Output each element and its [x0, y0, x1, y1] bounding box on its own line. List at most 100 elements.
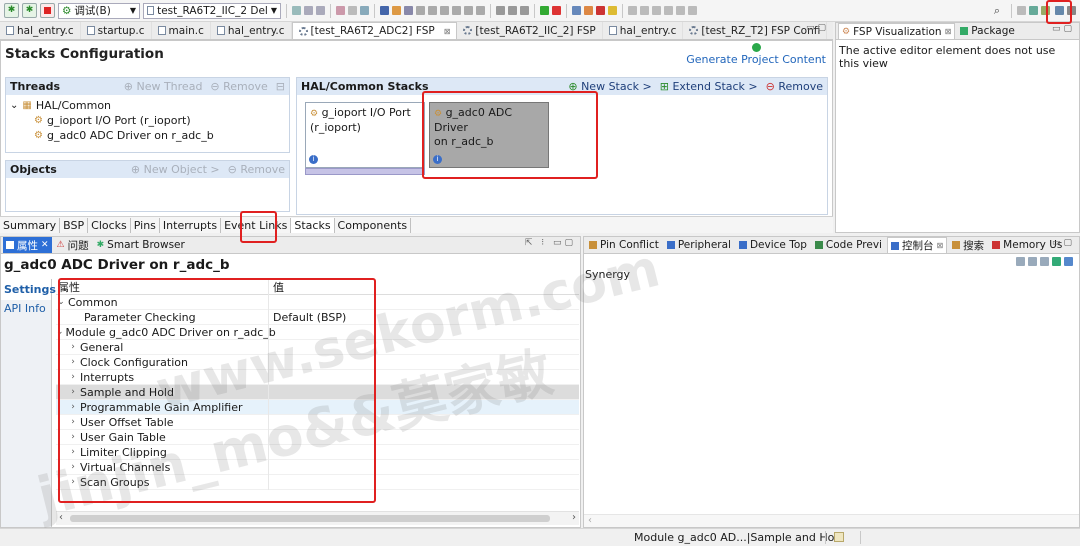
- settings-icon[interactable]: [508, 6, 517, 15]
- view-min-max-icons[interactable]: ▭▢: [1052, 24, 1075, 34]
- property-row[interactable]: › Clock Configuration: [56, 354, 579, 370]
- property-row[interactable]: › Virtual Channels: [56, 459, 579, 475]
- prev-annotation-icon[interactable]: [640, 6, 649, 15]
- remove-stack-button[interactable]: ⊖ Remove: [766, 80, 823, 93]
- debug-perspective-icon[interactable]: [1041, 6, 1050, 15]
- property-row[interactable]: › Interrupts: [56, 369, 579, 385]
- property-row[interactable]: › Sample and Hold: [56, 384, 579, 400]
- property-row[interactable]: ⌄ Module g_adc0 ADC Driver on r_adc_b: [56, 324, 579, 340]
- property-value[interactable]: Default (BSP): [268, 309, 579, 325]
- fsp-tab-interrupts[interactable]: Interrupts: [160, 217, 222, 233]
- annotation-icon[interactable]: [596, 6, 605, 15]
- search-tool-icon[interactable]: [404, 6, 413, 15]
- console-tab[interactable]: 控制台 ⊠: [886, 237, 948, 253]
- close-icon[interactable]: ✕: [41, 240, 49, 250]
- chevron-down-icon[interactable]: ⌄: [56, 327, 64, 337]
- horizontal-scrollbar[interactable]: ‹ ›: [56, 511, 579, 525]
- extend-stack-button[interactable]: ⊞ Extend Stack >: [660, 80, 758, 93]
- info-icon[interactable]: i: [309, 155, 318, 164]
- flash-icon[interactable]: [520, 6, 529, 15]
- new-file-icon[interactable]: [292, 6, 301, 15]
- collapse-icon[interactable]: ⊟: [276, 80, 285, 93]
- other-perspective-icon[interactable]: [1067, 6, 1076, 15]
- fsp-perspective-icon[interactable]: [1055, 6, 1064, 15]
- fsp-tab-clocks[interactable]: Clocks: [88, 217, 131, 233]
- thread-node[interactable]: ⌄ ▦ HAL/Common: [10, 98, 285, 113]
- property-row[interactable]: ⌄ Common: [56, 294, 579, 310]
- property-row[interactable]: › Limiter Clipping: [56, 444, 579, 460]
- pin-editor-icon[interactable]: [688, 6, 697, 15]
- close-icon[interactable]: ⊠: [945, 27, 952, 36]
- open-perspective-icon[interactable]: [1017, 6, 1026, 15]
- window-icon[interactable]: [572, 6, 581, 15]
- stack-block-adc[interactable]: ⚙ g_adc0 ADC Driver on r_adc_b i: [429, 102, 549, 168]
- open-type-icon[interactable]: [392, 6, 401, 15]
- remove-thread-button[interactable]: ⊖ Remove: [210, 80, 267, 93]
- side-tab-settings[interactable]: Settings: [1, 279, 56, 300]
- suspend-icon[interactable]: [464, 6, 473, 15]
- property-row[interactable]: › User Offset Table: [56, 414, 579, 430]
- tab-problems[interactable]: ⚠ 问题: [54, 237, 92, 253]
- clear-console-icon[interactable]: [1016, 256, 1025, 266]
- thread-module-item[interactable]: ⚙ g_adc0 ADC Driver on r_adc_b: [10, 128, 285, 143]
- terminate-icon[interactable]: [476, 6, 485, 15]
- editor-tab[interactable]: hal_entry.c: [0, 22, 81, 39]
- chevron-right-icon[interactable]: ›: [68, 357, 78, 367]
- thread-module-item[interactable]: ⚙ g_ioport I/O Port (r_ioport): [10, 113, 285, 128]
- new-object-button[interactable]: ⊕ New Object >: [131, 163, 220, 176]
- chevron-right-icon[interactable]: ›: [68, 402, 78, 412]
- editor-min-max-icons[interactable]: ▭▢: [806, 23, 829, 33]
- close-icon[interactable]: ⊠: [444, 27, 451, 36]
- close-icon[interactable]: ⊠: [936, 241, 943, 250]
- run-icon[interactable]: ✱: [22, 3, 37, 18]
- new-stack-button[interactable]: ⊕ New Stack >: [568, 80, 651, 93]
- forward-icon[interactable]: [676, 6, 685, 15]
- chevron-down-icon[interactable]: ⌄: [56, 297, 66, 307]
- chevron-right-icon[interactable]: ›: [68, 387, 78, 397]
- tool-icon[interactable]: [360, 6, 369, 15]
- editor-tab[interactable]: [test_RA6T2_ADC2] FSP ⊠: [291, 22, 458, 39]
- scrollbar-thumb[interactable]: [70, 515, 550, 522]
- marker-icon[interactable]: [608, 6, 617, 15]
- chevron-right-icon[interactable]: ›: [68, 372, 78, 382]
- tab-smart-browser[interactable]: ✱ Smart Browser: [94, 237, 188, 253]
- property-row[interactable]: › General: [56, 339, 579, 355]
- view-min-max-icons[interactable]: ▭▢: [1052, 238, 1075, 248]
- tab-package[interactable]: Package: [957, 23, 1018, 39]
- fsp-tab-summary[interactable]: Summary: [0, 217, 61, 233]
- debug-icon[interactable]: ✱: [4, 3, 19, 18]
- property-row[interactable]: Parameter Checking Default (BSP): [56, 309, 579, 325]
- tab-properties[interactable]: 属性 ✕: [3, 237, 52, 253]
- step-over-icon[interactable]: [428, 6, 437, 15]
- last-edit-icon[interactable]: [652, 6, 661, 15]
- generate-project-content-button[interactable]: Generate Project Content: [686, 43, 826, 66]
- scroll-lock-icon[interactable]: [1028, 256, 1037, 266]
- save-icon[interactable]: [304, 6, 313, 15]
- chevron-right-icon[interactable]: ›: [68, 417, 78, 427]
- project-select[interactable]: test_RA6T2_IIC_2 Del ▼: [143, 2, 281, 19]
- stack-block-ioport[interactable]: ⚙ g_ioport I/O Port (r_ioport) i: [305, 102, 425, 175]
- terminal-icon[interactable]: [380, 6, 389, 15]
- editor-tab[interactable]: startup.c: [81, 22, 152, 39]
- next-annotation-icon[interactable]: [628, 6, 637, 15]
- chevron-right-icon[interactable]: ›: [68, 462, 78, 472]
- plugin-red-icon[interactable]: [552, 6, 561, 15]
- view-min-max-icons[interactable]: ⇱ ⁝ ▭▢: [525, 238, 576, 248]
- build-icon[interactable]: [336, 6, 345, 15]
- pin-console-icon[interactable]: [1040, 256, 1049, 266]
- chevron-down-icon[interactable]: ⌄: [10, 100, 18, 111]
- scroll-right-icon[interactable]: ›: [572, 512, 576, 523]
- save-all-icon[interactable]: [316, 6, 325, 15]
- chevron-right-icon[interactable]: ›: [68, 477, 78, 487]
- fsp-tab-stacks[interactable]: Stacks: [291, 217, 335, 233]
- open-console-icon[interactable]: [1064, 256, 1073, 266]
- info-icon[interactable]: i: [433, 155, 442, 164]
- remove-object-button[interactable]: ⊖ Remove: [228, 163, 285, 176]
- search-icon[interactable]: ⌕: [994, 4, 1000, 18]
- display-console-icon[interactable]: [1052, 256, 1061, 266]
- resume-icon[interactable]: [452, 6, 461, 15]
- clean-icon[interactable]: [348, 6, 357, 15]
- cpp-perspective-icon[interactable]: [1029, 6, 1038, 15]
- device-icon[interactable]: [496, 6, 505, 15]
- console-tab[interactable]: Code Previ: [812, 237, 885, 253]
